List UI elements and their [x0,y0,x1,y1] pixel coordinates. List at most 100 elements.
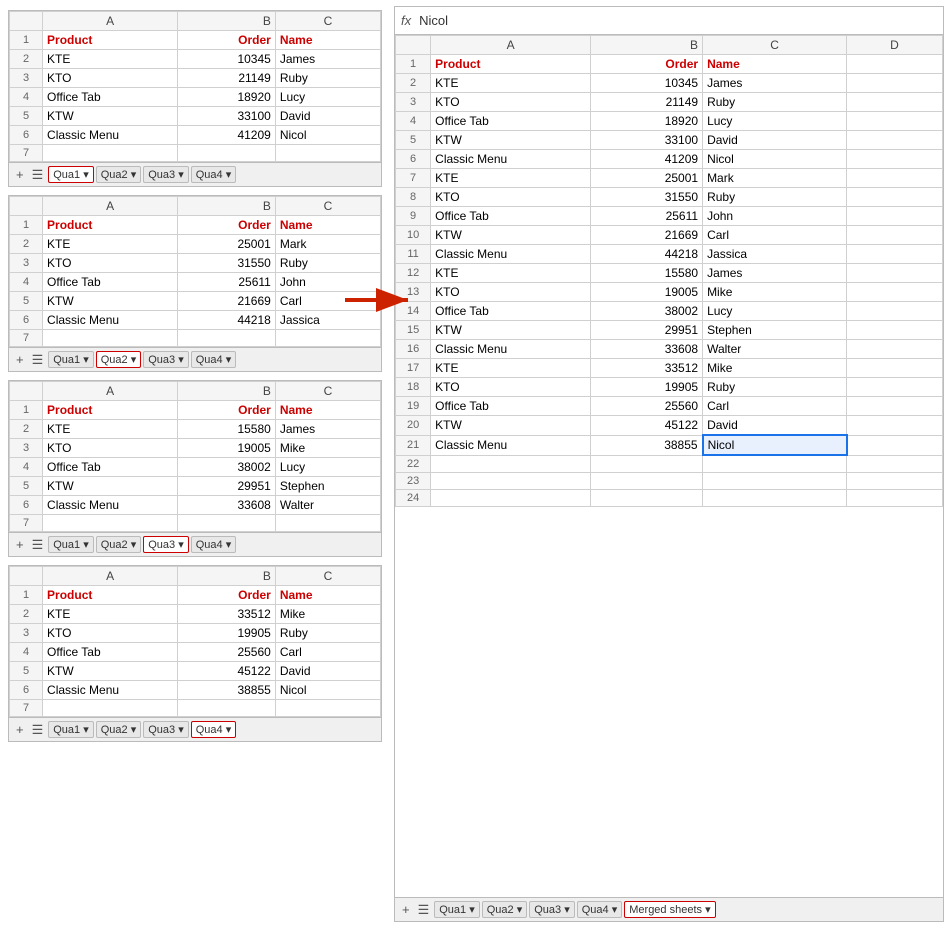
cell-a[interactable]: KTE [431,264,591,283]
cell-a[interactable]: Office Tab [431,302,591,321]
tab-qua2[interactable]: Qua2 ▾ [96,351,142,368]
cell-d[interactable] [847,359,943,378]
sheet-menu-button-right[interactable]: ☰ [415,902,433,918]
cell-b[interactable] [591,472,703,489]
cell-a[interactable]: KTW [431,131,591,150]
cell-c[interactable]: Jassica [703,245,847,264]
cell-c[interactable]: Carl [703,397,847,416]
cell-c[interactable]: Name [703,55,847,74]
cell-c[interactable]: Lucy [703,302,847,321]
cell-product-header[interactable]: Product [43,31,178,50]
cell-b[interactable]: 38002 [591,302,703,321]
cell-d[interactable] [847,435,943,455]
cell-b[interactable]: 33512 [591,359,703,378]
cell-c[interactable]: Walter [703,340,847,359]
cell-d[interactable] [847,150,943,169]
cell-c[interactable]: Carl [703,226,847,245]
cell-a[interactable]: KTW [431,321,591,340]
cell-a[interactable] [431,489,591,506]
cell-a[interactable] [431,472,591,489]
cell-name-header[interactable]: Name [275,31,380,50]
tab-merged-sheets[interactable]: Merged sheets ▾ [624,901,715,918]
cell-a[interactable]: Classic Menu [431,245,591,264]
cell-c[interactable]: Nicol [703,150,847,169]
cell-d[interactable] [847,472,943,489]
cell-b[interactable]: 21669 [591,226,703,245]
cell-a[interactable]: Product [431,55,591,74]
cell-b[interactable]: 38855 [591,435,703,455]
cell-b[interactable]: 10345 [591,74,703,93]
cell-b[interactable]: 33608 [591,340,703,359]
tab-qua4-right[interactable]: Qua4 ▾ [577,901,623,918]
tab-qua1[interactable]: Qua1 ▾ [48,351,94,368]
sheet-menu-button[interactable]: ☰ [29,722,47,738]
cell-d[interactable] [847,188,943,207]
cell-d[interactable] [847,207,943,226]
tab-qua2-right[interactable]: Qua2 ▾ [482,901,528,918]
cell-d[interactable] [847,321,943,340]
cell-a[interactable]: Classic Menu [431,340,591,359]
cell-d[interactable] [847,226,943,245]
cell-a[interactable]: KTO [431,378,591,397]
add-sheet-button[interactable]: + [13,722,27,737]
cell-d[interactable] [847,283,943,302]
cell-b[interactable]: 29951 [591,321,703,340]
cell-d[interactable] [847,131,943,150]
cell-a[interactable]: KTE [431,169,591,188]
cell-d[interactable] [847,264,943,283]
tab-qua2[interactable]: Qua2 ▾ [96,721,142,738]
tab-qua3[interactable]: Qua3 ▾ [143,536,189,553]
cell-d[interactable] [847,245,943,264]
cell-a[interactable] [431,455,591,472]
cell-a[interactable]: KTE [431,359,591,378]
cell-d[interactable] [847,455,943,472]
cell-c[interactable]: Mike [703,283,847,302]
cell-d[interactable] [847,93,943,112]
sheet-menu-button[interactable]: ☰ [29,537,47,553]
cell-b[interactable]: 25001 [591,169,703,188]
tab-qua4[interactable]: Qua4 ▾ [191,166,237,183]
cell-d[interactable] [847,416,943,436]
cell-b[interactable]: 21149 [591,93,703,112]
cell-b[interactable]: 25560 [591,397,703,416]
cell-d[interactable] [847,74,943,93]
tab-qua4[interactable]: Qua4 ▾ [191,536,237,553]
tab-qua3[interactable]: Qua3 ▾ [143,721,189,738]
cell-c[interactable]: James [703,74,847,93]
cell-b[interactable]: 31550 [591,188,703,207]
add-sheet-button[interactable]: + [13,167,27,182]
cell-a[interactable]: KTO [431,283,591,302]
cell-c[interactable]: Lucy [703,112,847,131]
cell-a[interactable]: KTO [431,188,591,207]
cell-b[interactable] [591,489,703,506]
cell-d[interactable] [847,489,943,506]
cell-d[interactable] [847,55,943,74]
cell-d[interactable] [847,302,943,321]
tab-qua4[interactable]: Qua4 ▾ [191,721,237,738]
cell-b[interactable]: 19905 [591,378,703,397]
add-sheet-button-right[interactable]: + [399,902,413,917]
cell-a[interactable]: Office Tab [431,112,591,131]
cell-a[interactable]: Classic Menu [431,150,591,169]
cell-c[interactable]: Mike [703,359,847,378]
cell-b[interactable]: 44218 [591,245,703,264]
cell-a[interactable]: KTO [431,93,591,112]
cell-c[interactable]: David [703,131,847,150]
cell-b[interactable]: 45122 [591,416,703,436]
cell-a[interactable]: Classic Menu [431,435,591,455]
cell-d[interactable] [847,378,943,397]
sheet-menu-button[interactable]: ☰ [29,352,47,368]
cell-d[interactable] [847,169,943,188]
tab-qua4[interactable]: Qua4 ▾ [191,351,237,368]
cell-d[interactable] [847,397,943,416]
cell-b[interactable]: 19005 [591,283,703,302]
cell-a[interactable]: Office Tab [431,207,591,226]
add-sheet-button[interactable]: + [13,352,27,367]
tab-qua1[interactable]: Qua1 ▾ [48,536,94,553]
cell-d[interactable] [847,340,943,359]
tab-qua1-right[interactable]: Qua1 ▾ [434,901,480,918]
cell-c[interactable]: Ruby [703,378,847,397]
tab-qua3-right[interactable]: Qua3 ▾ [529,901,575,918]
cell-a[interactable]: Office Tab [431,397,591,416]
cell-b[interactable]: 33100 [591,131,703,150]
